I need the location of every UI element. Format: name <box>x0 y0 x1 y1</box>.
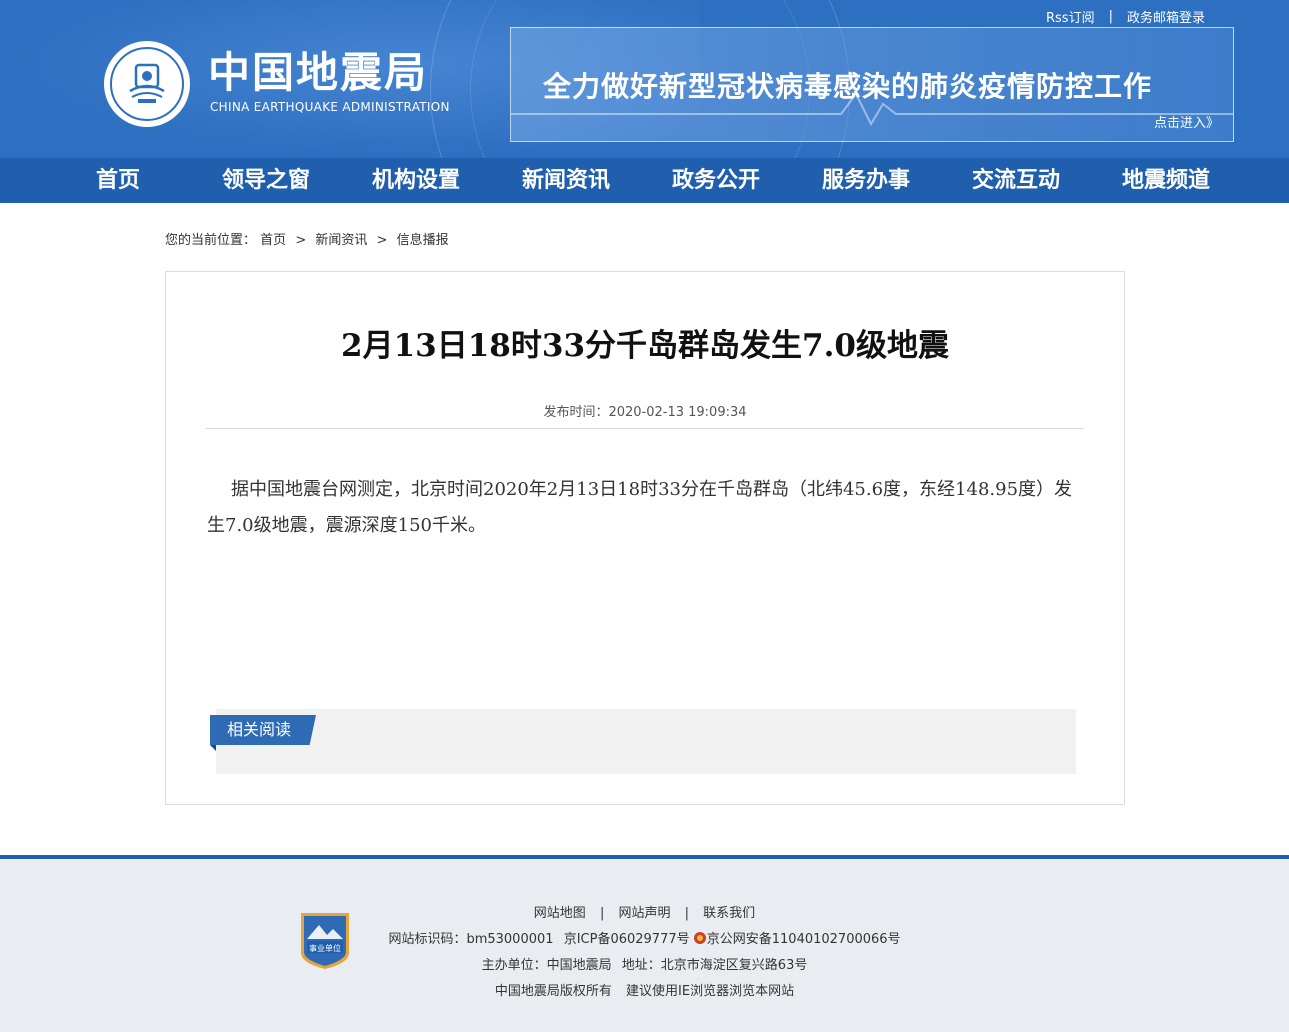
breadcrumb-news[interactable]: 新闻资讯 <box>315 233 367 248</box>
top-links-separator: | <box>1108 9 1113 24</box>
nav-item-news[interactable]: 新闻资讯 <box>522 158 610 203</box>
title-divider <box>206 428 1084 429</box>
footer-link-sitemap[interactable]: 网站地图 <box>534 906 586 921</box>
related-reading-tag: 相关阅读 <box>210 715 316 745</box>
police-badge-icon <box>693 932 706 944</box>
host-address: 地址：北京市海淀区复兴路63号 <box>621 958 808 973</box>
brand-name-en: CHINA EARTHQUAKE ADMINISTRATION <box>210 100 450 114</box>
top-links: Rss订阅 | 政务邮箱登录 <box>1046 7 1205 26</box>
footer-registration: 网站标识码：bm53000001 京ICP备06029777号 京公网安备110… <box>0 928 1289 947</box>
footer-link-contact[interactable]: 联系我们 <box>703 906 755 921</box>
banner-title: 全力做好新型冠状病毒感染的肺炎疫情防控工作 <box>543 70 1153 103</box>
breadcrumb-home[interactable]: 首页 <box>260 233 286 248</box>
article-body: 据中国地震台网测定，北京时间2020年2月13日18时33分在千岛群岛（北纬45… <box>207 479 1073 536</box>
footer-host-info: 主办单位：中国地震局 地址：北京市海淀区复兴路63号 <box>0 954 1289 973</box>
publish-time: 发布时间：2020-02-13 19:09:34 <box>543 405 747 420</box>
host-unit: 主办单位：中国地震局 <box>481 958 612 973</box>
breadcrumb-separator: > <box>295 233 307 248</box>
nav-item-home[interactable]: 首页 <box>96 158 140 203</box>
breadcrumb-prefix: 您的当前位置： <box>165 233 257 248</box>
site-id: 网站标识码：bm53000001 <box>388 932 554 947</box>
police-record-link[interactable]: 京公网安备11040102700066号 <box>707 932 901 947</box>
footer-separator: | <box>599 906 605 921</box>
nav-item-organization[interactable]: 机构设置 <box>372 158 460 203</box>
breadcrumb-separator: > <box>376 233 388 248</box>
copyright-text: 中国地震局版权所有 <box>494 984 612 999</box>
related-reading-panel: 相关阅读 <box>210 709 1076 774</box>
breadcrumb-current[interactable]: 信息播报 <box>397 233 449 248</box>
nav-item-interaction[interactable]: 交流互动 <box>972 158 1060 203</box>
footer-separator: | <box>684 906 690 921</box>
article-title: 2月13日18时33分千岛群岛发生7.0级地震 <box>341 328 949 364</box>
site-header: Rss订阅 | 政务邮箱登录 中国地震局 CHINA EARTHQUAKE AD… <box>0 0 1289 158</box>
nav-item-gov-affairs[interactable]: 政务公开 <box>672 158 760 203</box>
main-nav: 首页 领导之窗 机构设置 新闻资讯 政务公开 服务办事 交流互动 地震频道 <box>0 158 1289 203</box>
icp-link[interactable]: 京ICP备06029777号 <box>564 932 690 947</box>
emblem-icon <box>129 63 165 103</box>
cea-emblem-logo[interactable] <box>104 41 190 127</box>
site-footer: 事业单位 网站地图 | 网站声明 | 联系我们 网站标识码：bm53000001… <box>0 855 1289 1032</box>
rss-link[interactable]: Rss订阅 <box>1046 7 1095 26</box>
nav-item-earthquake-channel[interactable]: 地震频道 <box>1122 158 1210 203</box>
brand-name-cn: 中国地震局 <box>208 48 429 97</box>
breadcrumb: 您的当前位置： 首页 > 新闻资讯 > 信息播报 <box>165 229 449 248</box>
footer-links: 网站地图 | 网站声明 | 联系我们 <box>0 902 1289 921</box>
banner-enter-link[interactable]: 点击进入》 <box>1154 112 1219 131</box>
related-tag-fold <box>210 745 216 751</box>
footer-copyright: 中国地震局版权所有 建议使用IE浏览器浏览本网站 <box>0 980 1289 999</box>
browser-tip: 建议使用IE浏览器浏览本网站 <box>626 984 795 999</box>
gov-mail-login-link[interactable]: 政务邮箱登录 <box>1127 7 1205 26</box>
article-container: 2月13日18时33分千岛群岛发生7.0级地震 发布时间：2020-02-13 … <box>165 271 1125 805</box>
nav-item-leadership[interactable]: 领导之窗 <box>222 158 310 203</box>
footer-link-statement[interactable]: 网站声明 <box>618 906 670 921</box>
nav-item-services[interactable]: 服务办事 <box>822 158 910 203</box>
epidemic-banner[interactable]: 全力做好新型冠状病毒感染的肺炎疫情防控工作 点击进入》 <box>510 27 1234 142</box>
